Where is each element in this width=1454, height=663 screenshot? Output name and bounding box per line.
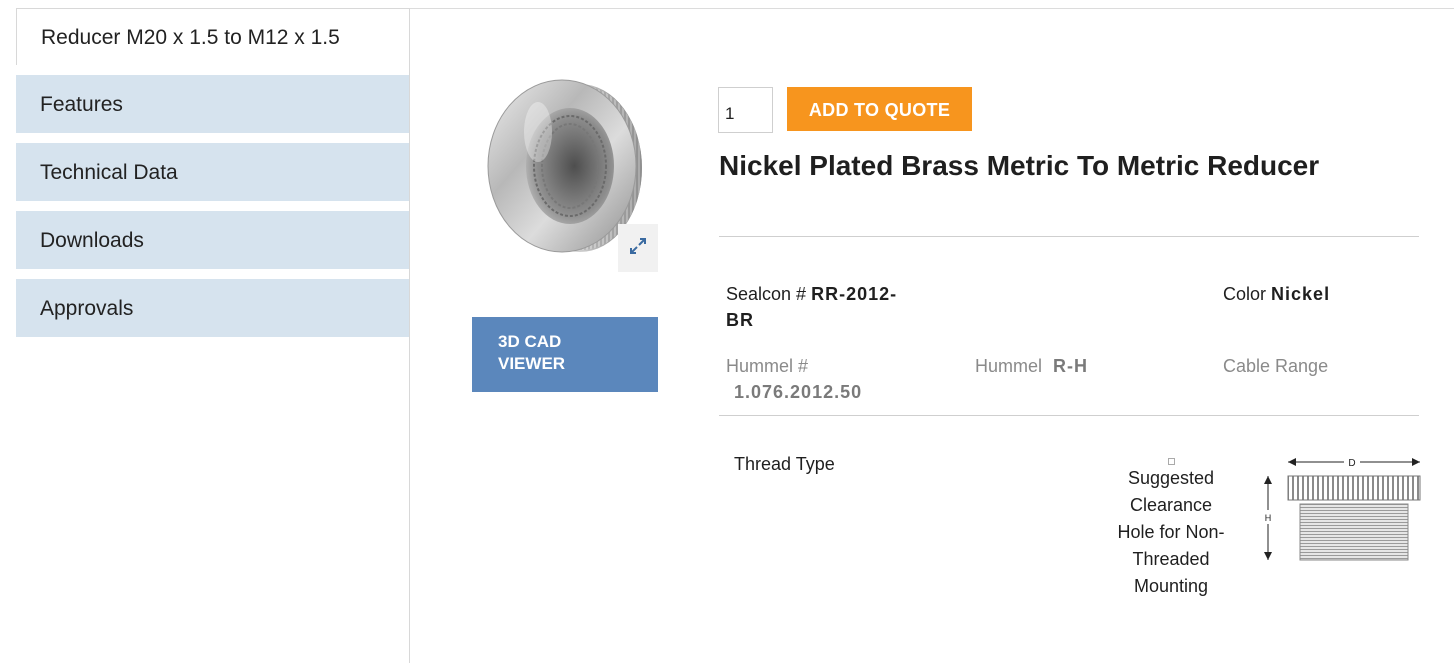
divider-bottom: [719, 415, 1419, 416]
broken-image-icon: [1167, 458, 1175, 465]
diagram-h-label: H: [1265, 513, 1272, 523]
sealcon-value: RR-2012-: [811, 284, 898, 304]
diagram-d-label: D: [1348, 458, 1355, 469]
top-divider: [409, 8, 1454, 9]
spec-hummel: Hummel R-H: [975, 353, 1088, 379]
sealcon-value-cont: BR: [726, 310, 754, 330]
clearance-hole-note: Suggested Clearance Hole for Non- Thread…: [1106, 458, 1236, 600]
hummel-label: Hummel: [975, 356, 1043, 376]
sidebar-item-technical-data[interactable]: Technical Data: [16, 143, 409, 201]
hummel-number-label: Hummel #: [726, 356, 809, 376]
color-label: Color: [1223, 284, 1267, 304]
sealcon-label: Sealcon #: [726, 284, 807, 304]
product-tab[interactable]: Reducer M20 x 1.5 to M12 x 1.5: [16, 8, 410, 65]
clearance-line: Mounting: [1133, 576, 1209, 596]
cad-viewer-button[interactable]: 3D CAD VIEWER: [472, 317, 658, 392]
clearance-line: Clearance: [1129, 495, 1213, 515]
clearance-line: Hole for Non-: [1117, 522, 1225, 542]
product-title: Nickel Plated Brass Metric To Metric Red…: [719, 150, 1320, 181]
cad-viewer-label-line1: 3D CAD: [498, 332, 562, 351]
sidebar-divider: [409, 64, 410, 663]
sidebar-nav: Features Technical Data Downloads Approv…: [16, 75, 409, 347]
dimension-diagram: D H: [1256, 446, 1426, 566]
divider-top: [719, 236, 1419, 237]
sidebar-item-downloads[interactable]: Downloads: [16, 211, 409, 269]
sidebar-item-approvals[interactable]: Approvals: [16, 279, 409, 337]
spec-sealcon: Sealcon # RR-2012- BR: [726, 281, 936, 333]
clearance-line: Threaded: [1132, 549, 1210, 569]
spec-cable-range: Cable Range: [1223, 353, 1328, 379]
spec-thread-type: Thread Type: [734, 451, 835, 477]
hummel-number-value: 1.076.2012.50: [734, 382, 863, 402]
expand-icon: [627, 235, 649, 262]
cable-range-label: Cable Range: [1223, 356, 1329, 376]
thread-type-label: Thread Type: [734, 454, 835, 474]
quantity-input[interactable]: [718, 87, 773, 133]
expand-image-button[interactable]: [618, 224, 658, 272]
hummel-value: R-H: [1053, 356, 1089, 376]
color-value: Nickel: [1271, 284, 1331, 304]
cad-viewer-label-line2: VIEWER: [498, 354, 566, 373]
clearance-line: Suggested: [1127, 468, 1215, 488]
add-to-quote-button[interactable]: ADD TO QUOTE: [787, 87, 972, 131]
spec-hummel-number: Hummel # 1.076.2012.50: [726, 353, 862, 405]
spec-color: Color Nickel: [1223, 281, 1330, 307]
sidebar-item-features[interactable]: Features: [16, 75, 409, 133]
